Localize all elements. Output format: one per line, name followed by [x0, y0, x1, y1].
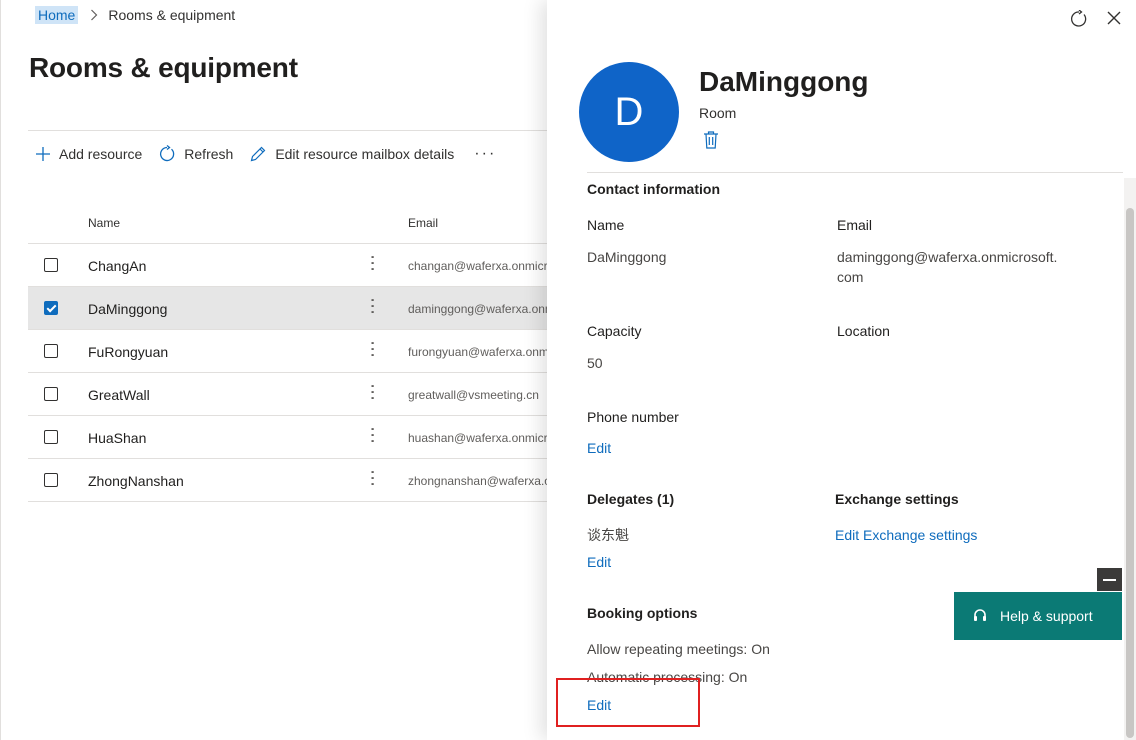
- row-email: changan@waferxa.onmicrosoft.com: [408, 259, 548, 273]
- delegates-edit-link[interactable]: Edit: [587, 554, 611, 570]
- breadcrumb-home-link[interactable]: Home: [35, 6, 79, 24]
- plus-icon: [36, 147, 50, 161]
- row-email: daminggong@waferxa.onmicrosoft.com: [408, 302, 548, 316]
- column-header-email[interactable]: Email: [408, 216, 438, 230]
- panel-scrollbar-thumb[interactable]: [1126, 208, 1134, 738]
- edit-mailbox-details-button[interactable]: Edit resource mailbox details: [249, 145, 454, 163]
- row-email: huashan@waferxa.onmicrosoft.com: [408, 431, 548, 445]
- delete-icon[interactable]: [703, 131, 719, 154]
- row-more-icon[interactable]: ⋯: [363, 297, 383, 313]
- row-checkbox[interactable]: [44, 301, 58, 315]
- row-checkbox[interactable]: [44, 344, 58, 358]
- row-more-icon[interactable]: ⋯: [363, 254, 383, 270]
- page-title: Rooms & equipment: [29, 52, 298, 83]
- refresh-icon[interactable]: [1070, 9, 1088, 33]
- row-checkbox[interactable]: [44, 430, 58, 444]
- toolbar-divider: [28, 130, 561, 131]
- refresh-button[interactable]: Refresh: [158, 145, 233, 163]
- table-row[interactable]: GreatWall ⋯ greatwall@vsmeeting.cn: [28, 373, 561, 416]
- row-checkbox[interactable]: [44, 387, 58, 401]
- add-resource-label: Add resource: [59, 146, 143, 162]
- capacity-label: Capacity: [587, 323, 642, 339]
- name-value: DaMinggong: [587, 249, 667, 265]
- resource-name-heading: DaMinggong: [699, 66, 869, 97]
- phone-number-label: Phone number: [587, 409, 679, 425]
- row-name[interactable]: ZhongNanshan: [88, 473, 184, 489]
- help-support-label: Help & support: [1000, 608, 1093, 624]
- edit-mailbox-details-label: Edit resource mailbox details: [275, 146, 455, 162]
- panel-divider: [587, 172, 1123, 173]
- add-resource-button[interactable]: Add resource: [35, 146, 142, 162]
- row-email: zhongnanshan@waferxa.onmicrosoft.com: [408, 474, 548, 488]
- booking-automatic-value: Automatic processing: On: [587, 669, 748, 685]
- edit-exchange-settings-link[interactable]: Edit Exchange settings: [835, 527, 977, 543]
- contact-information-heading: Contact information: [587, 181, 720, 197]
- booking-repeating-value: Allow repeating meetings: On: [587, 641, 770, 657]
- close-icon[interactable]: [1106, 10, 1122, 33]
- row-name[interactable]: GreatWall: [88, 387, 150, 403]
- command-bar: Add resource Refresh Edit resource mailb…: [35, 142, 496, 166]
- booking-options-heading: Booking options: [587, 605, 698, 621]
- email-value-line2: com: [837, 269, 864, 285]
- email-value-line1: daminggong@waferxa.onmicrosoft.: [837, 249, 1058, 265]
- breadcrumb-current: Rooms & equipment: [108, 7, 236, 23]
- row-name[interactable]: HuaShan: [88, 430, 146, 446]
- delegates-heading: Delegates (1): [587, 491, 675, 507]
- row-name[interactable]: DaMinggong: [88, 301, 167, 317]
- table-row[interactable]: FuRongyuan ⋯ furongyuan@waferxa.onmicros…: [28, 330, 561, 373]
- name-label: Name: [587, 217, 625, 233]
- exchange-settings-heading: Exchange settings: [835, 491, 959, 507]
- row-email: furongyuan@waferxa.onmicrosoft.com: [408, 345, 548, 359]
- main-page: Home Rooms & equipment Rooms & equipment…: [0, 0, 561, 740]
- help-support-button[interactable]: Help & support: [954, 592, 1122, 640]
- resources-table: Name Email ChangAn ⋯ changan@waferxa.onm…: [28, 200, 561, 502]
- headset-icon: [974, 609, 986, 621]
- pencil-icon: [250, 146, 266, 162]
- email-value: daminggong@waferxa.onmicrosoft. com: [837, 247, 1057, 287]
- row-more-icon[interactable]: ⋯: [363, 426, 383, 442]
- capacity-value: 50: [587, 355, 603, 371]
- table-row[interactable]: HuaShan ⋯ huashan@waferxa.onmicrosoft.co…: [28, 416, 561, 459]
- chevron-right-icon: [90, 9, 98, 21]
- row-more-icon[interactable]: ⋯: [363, 469, 383, 485]
- table-row[interactable]: ChangAn ⋯ changan@waferxa.onmicrosoft.co…: [28, 244, 561, 287]
- avatar: D: [579, 62, 679, 162]
- refresh-icon: [160, 145, 175, 162]
- location-label: Location: [837, 323, 890, 339]
- row-name[interactable]: ChangAn: [88, 258, 146, 274]
- breadcrumb: Home Rooms & equipment: [35, 6, 235, 24]
- row-more-icon[interactable]: ⋯: [363, 383, 383, 399]
- row-name[interactable]: FuRongyuan: [88, 344, 168, 360]
- table-header: Name Email: [28, 200, 561, 244]
- phone-edit-link[interactable]: Edit: [587, 440, 611, 456]
- refresh-label: Refresh: [184, 146, 234, 162]
- column-header-name[interactable]: Name: [88, 216, 120, 230]
- more-options-icon[interactable]: ···: [474, 145, 496, 163]
- resource-type: Room: [699, 105, 737, 121]
- row-email: greatwall@vsmeeting.cn: [408, 388, 539, 402]
- table-row[interactable]: DaMinggong ⋯ daminggong@waferxa.onmicros…: [28, 287, 561, 330]
- row-checkbox[interactable]: [44, 258, 58, 272]
- delegate-value: 谈东魁: [587, 527, 629, 543]
- email-label: Email: [837, 217, 873, 233]
- minimize-help-button[interactable]: [1097, 568, 1122, 591]
- table-row[interactable]: ZhongNanshan ⋯ zhongnanshan@waferxa.onmi…: [28, 459, 561, 502]
- booking-edit-link[interactable]: Edit: [587, 697, 611, 713]
- panel-actions: [1070, 9, 1122, 33]
- row-more-icon[interactable]: ⋯: [363, 340, 383, 356]
- row-checkbox[interactable]: [44, 473, 58, 487]
- minus-icon: [1103, 578, 1116, 581]
